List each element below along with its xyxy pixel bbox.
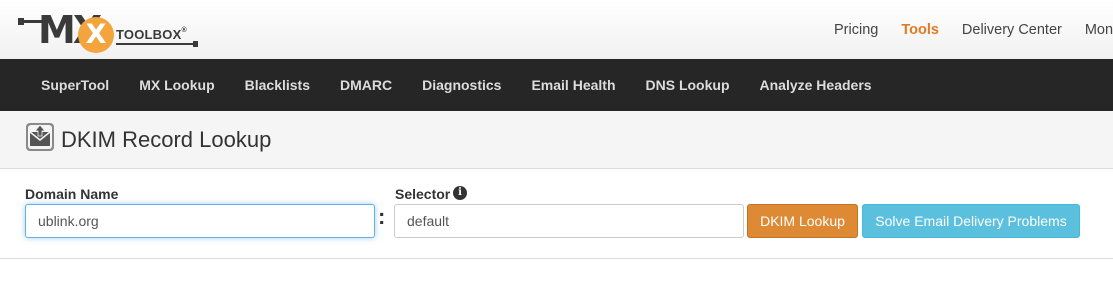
selector-input[interactable]: [394, 204, 744, 238]
nav-item-mx-lookup[interactable]: MX Lookup: [139, 77, 214, 93]
top-nav-delivery-center[interactable]: Delivery Center: [962, 22, 1062, 38]
top-nav: Pricing Tools Delivery Center Monit: [834, 0, 1113, 59]
top-nav-monitoring[interactable]: Monit: [1085, 22, 1113, 38]
nav-item-blacklists[interactable]: Blacklists: [245, 77, 310, 93]
nav-item-dmarc[interactable]: DMARC: [340, 77, 392, 93]
logo-wire-bottom: [116, 41, 198, 47]
logo-wordmark: TOOLBOX®: [116, 27, 187, 42]
section-divider: [0, 258, 1113, 259]
logo-x-badge: X: [78, 17, 114, 53]
domain-name-label: Domain Name: [25, 186, 119, 202]
info-circle-icon[interactable]: i: [453, 186, 467, 200]
selector-label: Selector: [395, 186, 451, 202]
envelope-upload-icon: [26, 123, 54, 151]
nav-item-email-health[interactable]: Email Health: [531, 77, 615, 93]
nav-item-supertool[interactable]: SuperTool: [41, 77, 109, 93]
page-title-bar: DKIM Record Lookup: [0, 111, 1113, 169]
domain-selector-separator: :: [378, 204, 386, 229]
nav-item-dns-lookup[interactable]: DNS Lookup: [646, 77, 730, 93]
domain-name-input[interactable]: [25, 204, 375, 238]
top-header: MX X TOOLBOX® Pricing Tools Delivery Cen…: [0, 0, 1113, 59]
top-nav-pricing[interactable]: Pricing: [834, 22, 878, 38]
page-title: DKIM Record Lookup: [61, 127, 272, 152]
nav-item-diagnostics[interactable]: Diagnostics: [422, 77, 501, 93]
nav-item-analyze-headers[interactable]: Analyze Headers: [760, 77, 872, 93]
top-nav-tools[interactable]: Tools: [901, 22, 939, 38]
dkim-lookup-button[interactable]: DKIM Lookup: [747, 204, 858, 238]
mxtoolbox-logo[interactable]: MX X TOOLBOX®: [18, 8, 200, 53]
solve-email-delivery-button[interactable]: Solve Email Delivery Problems: [862, 204, 1080, 238]
main-nav: SuperTool MX Lookup Blacklists DMARC Dia…: [0, 59, 1113, 111]
